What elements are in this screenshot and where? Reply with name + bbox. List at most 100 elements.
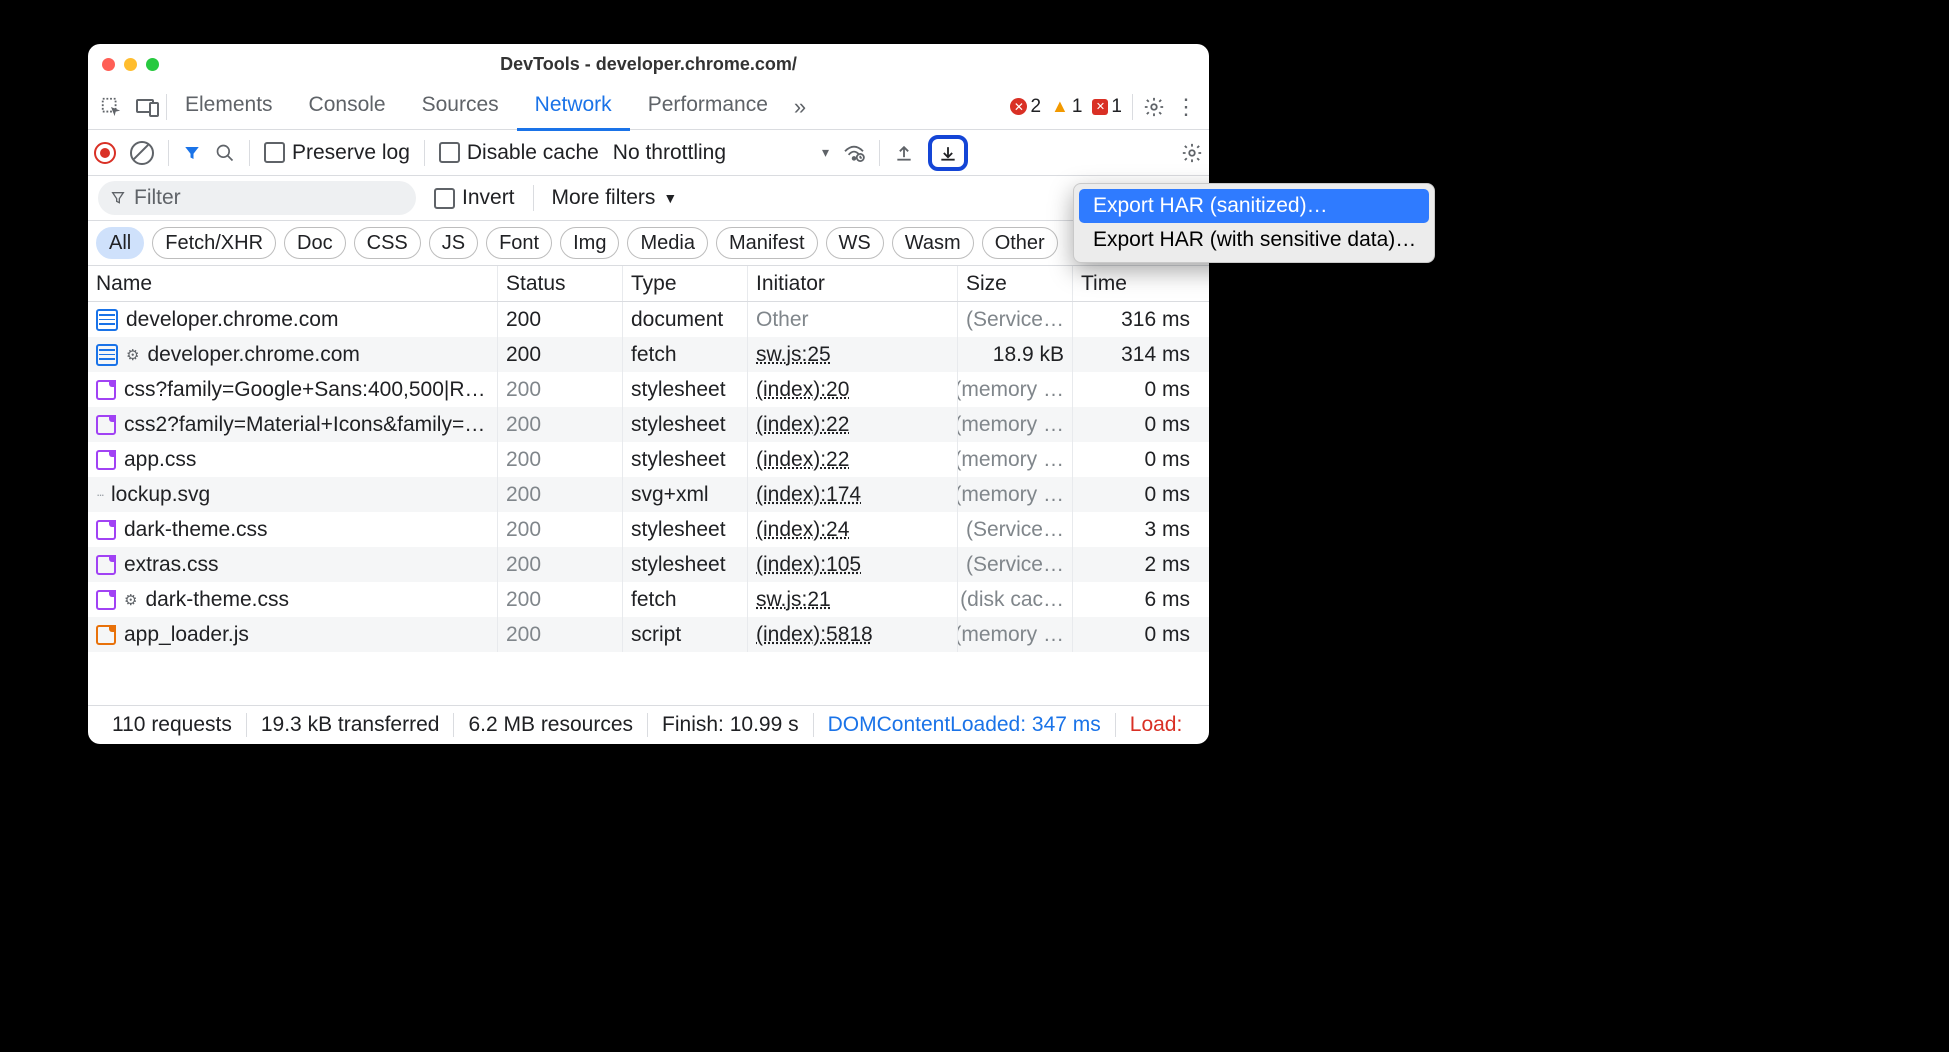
stylesheet-icon: [96, 415, 116, 435]
window-controls: [102, 58, 159, 71]
network-conditions-icon[interactable]: [843, 144, 865, 162]
preserve-log-checkbox[interactable]: Preserve log: [264, 141, 410, 165]
request-name: extras.css: [124, 553, 219, 577]
minimize-window-button[interactable]: [124, 58, 137, 71]
chip-doc[interactable]: Doc: [284, 227, 346, 259]
size-cell: (Service…: [958, 547, 1073, 582]
zoom-window-button[interactable]: [146, 58, 159, 71]
size-cell: (memory …: [958, 442, 1073, 477]
invert-checkbox[interactable]: Invert: [434, 186, 515, 210]
image-icon: ···: [96, 487, 103, 502]
type-cell: stylesheet: [623, 372, 748, 407]
table-row[interactable]: css2?family=Material+Icons&family=…200st…: [88, 407, 1209, 442]
col-initiator[interactable]: Initiator: [748, 266, 958, 301]
chip-js[interactable]: JS: [429, 227, 478, 259]
status-cell: 200: [498, 617, 623, 652]
table-row[interactable]: ⚙dark-theme.css200fetchsw.js:21(disk cac…: [88, 582, 1209, 617]
funnel-icon: [110, 190, 126, 206]
tab-console[interactable]: Console: [291, 83, 404, 128]
export-har-sensitive-item[interactable]: Export HAR (with sensitive data)…: [1079, 223, 1429, 257]
filter-toggle-icon[interactable]: [183, 144, 201, 162]
chip-all[interactable]: All: [96, 227, 144, 259]
network-settings-icon[interactable]: [1181, 142, 1203, 164]
initiator-cell[interactable]: (index):22: [748, 407, 958, 442]
initiator-cell[interactable]: (index):174: [748, 477, 958, 512]
table-row[interactable]: ···lockup.svg200svg+xml(index):174(memor…: [88, 477, 1209, 512]
chip-other[interactable]: Other: [982, 227, 1058, 259]
time-cell: 0 ms: [1073, 372, 1198, 407]
resource-type-filter: AllFetch/XHRDocCSSJSFontImgMedia Manifest…: [88, 221, 1209, 266]
network-toolbar: Preserve log Disable cache No throttling…: [88, 130, 1209, 176]
import-har-icon[interactable]: [894, 143, 914, 163]
type-cell: stylesheet: [623, 512, 748, 547]
search-icon[interactable]: [215, 143, 235, 163]
more-tabs-icon[interactable]: »: [786, 94, 814, 120]
time-cell: 0 ms: [1073, 477, 1198, 512]
tab-sources[interactable]: Sources: [404, 83, 517, 128]
export-har-button[interactable]: [928, 135, 968, 171]
size-cell: (disk cac…: [958, 582, 1073, 617]
stylesheet-icon: [96, 380, 116, 400]
table-row[interactable]: css?family=Google+Sans:400,500|R…200styl…: [88, 372, 1209, 407]
status-cell: 200: [498, 407, 623, 442]
chip-ws[interactable]: WS: [826, 227, 884, 259]
table-row[interactable]: app_loader.js200script(index):5818(memor…: [88, 617, 1209, 652]
col-type[interactable]: Type: [623, 266, 748, 301]
chip-fetch-xhr[interactable]: Fetch/XHR: [152, 227, 276, 259]
status-cell: 200: [498, 582, 623, 617]
initiator-cell[interactable]: (index):105: [748, 547, 958, 582]
size-cell: (memory …: [958, 617, 1073, 652]
chip-img[interactable]: Img: [560, 227, 619, 259]
chip-manifest[interactable]: Manifest: [716, 227, 818, 259]
col-time[interactable]: Time: [1073, 266, 1198, 301]
disable-cache-checkbox[interactable]: Disable cache: [439, 141, 599, 165]
request-name: developer.chrome.com: [147, 343, 359, 367]
kebab-menu-icon[interactable]: ⋮: [1175, 94, 1197, 120]
initiator-cell[interactable]: (index):24: [748, 512, 958, 547]
col-status[interactable]: Status: [498, 266, 623, 301]
warnings-badge[interactable]: ▲1: [1051, 96, 1082, 118]
inspect-element-icon[interactable]: [100, 96, 122, 118]
domcontentloaded-time: DOMContentLoaded: 347 ms: [814, 713, 1116, 737]
table-header: NameStatusTypeInitiatorSizeTime: [88, 266, 1209, 302]
tab-elements[interactable]: Elements: [167, 83, 291, 128]
initiator-cell[interactable]: (index):5818: [748, 617, 958, 652]
initiator-cell[interactable]: sw.js:21: [748, 582, 958, 617]
request-name: dark-theme.css: [145, 588, 289, 612]
table-row[interactable]: ⚙developer.chrome.com200fetchsw.js:2518.…: [88, 337, 1209, 372]
chip-media[interactable]: Media: [627, 227, 707, 259]
col-size[interactable]: Size: [958, 266, 1073, 301]
device-toolbar-icon[interactable]: [136, 97, 160, 117]
chip-css[interactable]: CSS: [354, 227, 421, 259]
load-time: Load:: [1116, 713, 1197, 737]
more-filters-dropdown[interactable]: More filters ▼: [552, 186, 678, 210]
chip-wasm[interactable]: Wasm: [892, 227, 974, 259]
tab-performance[interactable]: Performance: [630, 83, 786, 128]
initiator-cell[interactable]: (index):20: [748, 372, 958, 407]
errors-badge[interactable]: ✕2: [1010, 96, 1041, 118]
initiator-cell[interactable]: sw.js:25: [748, 337, 958, 372]
filter-input[interactable]: Filter: [98, 181, 416, 215]
issues-badge[interactable]: ✕1: [1092, 96, 1122, 118]
request-name: developer.chrome.com: [126, 308, 338, 332]
requests-table: NameStatusTypeInitiatorSizeTime develope…: [88, 266, 1209, 705]
col-name[interactable]: Name: [88, 266, 498, 301]
initiator-cell[interactable]: (index):22: [748, 442, 958, 477]
tab-network[interactable]: Network: [517, 83, 630, 131]
table-row[interactable]: developer.chrome.com200documentOther(Ser…: [88, 302, 1209, 337]
record-button[interactable]: [94, 142, 116, 164]
table-row[interactable]: app.css200stylesheet(index):22(memory …0…: [88, 442, 1209, 477]
finish-time: Finish: 10.99 s: [648, 713, 814, 737]
chip-font[interactable]: Font: [486, 227, 552, 259]
table-row[interactable]: dark-theme.css200stylesheet(index):24(Se…: [88, 512, 1209, 547]
devtools-window: DevTools - developer.chrome.com/ Element…: [88, 44, 1209, 744]
table-row[interactable]: extras.css200stylesheet(index):105(Servi…: [88, 547, 1209, 582]
close-window-button[interactable]: [102, 58, 115, 71]
request-name: css?family=Google+Sans:400,500|R…: [124, 378, 486, 402]
export-har-sanitized-item[interactable]: Export HAR (sanitized)…: [1079, 189, 1429, 223]
settings-icon[interactable]: [1143, 96, 1165, 118]
status-cell: 200: [498, 512, 623, 547]
panel-tabs: ElementsConsoleSourcesNetworkPerformance…: [88, 84, 1209, 130]
throttling-select[interactable]: No throttling ▾: [613, 141, 829, 165]
clear-button[interactable]: [130, 141, 154, 165]
